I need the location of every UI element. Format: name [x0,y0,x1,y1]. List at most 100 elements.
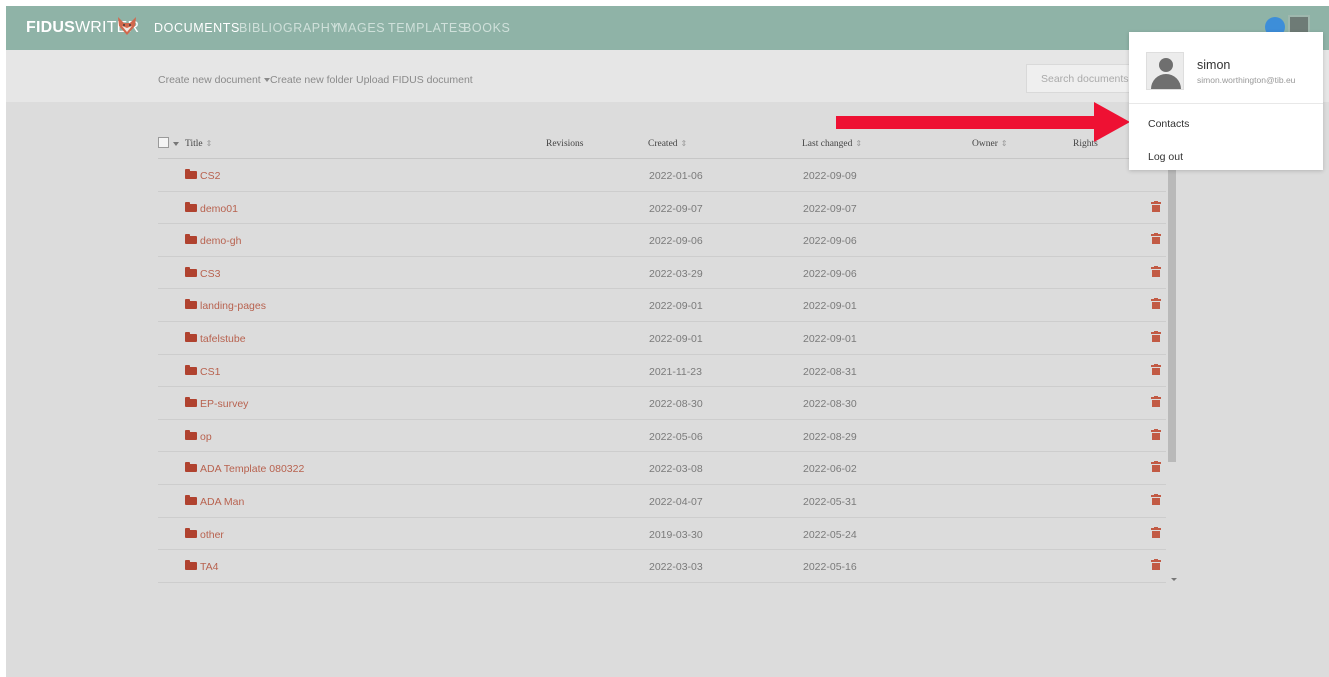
folder-name: other [200,528,224,541]
menu-item-log-out[interactable]: Log out [1148,151,1183,163]
table-row[interactable]: demo-gh 2022-09-06 2022-09-06 [158,224,1166,257]
user-dropdown-menu: simon simon.worthington@tib.eu Contacts … [1129,32,1323,170]
scrollbar-thumb[interactable] [1168,167,1176,462]
logo-text-bold: FIDUS [26,19,75,36]
created-date: 2021-11-23 [649,365,702,378]
created-date: 2022-01-06 [649,170,703,182]
folder-name: TA4 [200,561,219,574]
trash-icon[interactable] [1151,298,1161,310]
nav-books[interactable]: BOOKS [463,21,510,35]
table-row[interactable]: op 2022-05-06 2022-08-29 [158,420,1166,453]
folder-icon [185,527,197,538]
table-row[interactable]: demo01 2022-09-07 2022-09-07 [158,192,1166,225]
folder-link[interactable]: CS3 [185,266,220,280]
trash-icon[interactable] [1151,233,1161,245]
created-date: 2022-09-07 [649,202,703,215]
folder-icon [185,331,197,342]
table-row[interactable]: ADA Man 2022-04-07 2022-05-31 [158,485,1166,518]
table-row[interactable]: tafelstube 2022-09-01 2022-09-01 [158,322,1166,355]
trash-icon[interactable] [1151,428,1161,440]
menu-divider [1129,103,1323,104]
documents-table: Title ⇕ Revisions Created ⇕ Last changed ⇕ … [158,127,1166,583]
chevron-down-icon [263,78,270,83]
folder-icon [185,364,197,375]
trash-icon[interactable] [1151,461,1161,473]
table-body: CS2 2022-01-06 2022-09-09 demo01 2022-09-07 2… [158,159,1166,583]
folder-icon [185,266,197,277]
select-all-checkbox[interactable] [158,137,169,148]
column-title[interactable]: Title ⇕ [185,139,212,149]
create-new-folder-button[interactable]: Create new folder [270,74,353,86]
folder-icon [185,429,197,440]
menu-item-contacts[interactable]: Contacts [1148,118,1189,130]
folder-icon [185,234,197,245]
fox-icon [118,17,136,35]
last-changed-date: 2022-08-29 [803,430,857,443]
table-row[interactable]: CS3 2022-03-29 2022-09-06 [158,257,1166,290]
last-changed-date: 2022-09-01 [803,300,857,313]
folder-name: op [200,430,212,443]
folder-link[interactable]: EP-survey [185,397,248,410]
folder-link[interactable]: tafelstube [185,331,246,345]
folder-icon [185,560,197,571]
folder-link[interactable]: CS2 [185,169,220,182]
folder-name: landing-pages [200,300,266,313]
upload-fidus-document-button[interactable]: Upload FIDUS document [356,74,473,86]
menu-username: simon [1197,58,1231,72]
create-new-document-label: Create new document [158,74,261,86]
sort-icon: ⇕ [205,139,213,148]
nav-documents[interactable]: DOCUMENTS [154,21,240,35]
folder-icon [185,462,197,473]
folder-link[interactable]: ADA Man [185,494,244,508]
folder-icon [185,494,197,505]
column-created[interactable]: Created ⇕ [648,139,687,149]
folder-link[interactable]: op [185,429,212,443]
nav-templates[interactable]: TEMPLATES [388,21,467,35]
table-row[interactable]: CS1 2021-11-23 2022-08-31 [158,355,1166,388]
trash-icon[interactable] [1151,396,1161,408]
trash-icon[interactable] [1151,363,1161,375]
last-changed-date: 2022-08-31 [803,365,857,378]
last-changed-date: 2022-09-01 [803,332,857,345]
last-changed-date: 2022-06-02 [803,463,857,476]
folder-link[interactable]: CS1 [185,364,221,378]
table-row[interactable]: landing-pages 2022-09-01 2022-09-01 [158,289,1166,322]
folder-link[interactable]: TA4 [185,560,219,574]
bulk-actions-dropdown[interactable] [173,142,179,146]
menu-email: simon.worthington@tib.eu [1197,75,1296,85]
trash-icon[interactable] [1151,493,1161,505]
last-changed-date: 2022-05-31 [803,495,857,508]
nav-bibliography[interactable]: BIBLIOGRAPHY [239,21,339,35]
created-date: 2022-09-01 [649,300,703,313]
table-row[interactable]: CS2 2022-01-06 2022-09-09 [158,159,1166,192]
nav-images[interactable]: IMAGES [333,21,385,35]
last-changed-date: 2022-05-24 [803,528,857,541]
table-row[interactable]: other 2019-03-30 2022-05-24 [158,518,1166,551]
trash-icon[interactable] [1151,559,1161,571]
created-date: 2022-03-29 [649,267,703,280]
folder-link[interactable]: ADA Template 080322 [185,462,304,475]
folder-icon [185,201,197,212]
scroll-down-arrow-icon[interactable] [1171,578,1177,581]
trash-icon[interactable] [1151,265,1161,277]
folder-link[interactable]: landing-pages [185,299,266,313]
last-changed-date: 2022-05-16 [803,561,857,574]
folder-link[interactable]: other [185,527,224,541]
create-new-document-button[interactable]: Create new document [158,74,270,86]
sort-icon: ⇕ [680,139,688,148]
trash-icon[interactable] [1151,330,1161,342]
annotation-arrow-icon [836,102,1130,142]
folder-link[interactable]: demo01 [185,201,238,215]
folder-icon [185,169,197,179]
avatar [1146,52,1184,90]
trash-icon[interactable] [1151,200,1161,212]
table-row[interactable]: EP-survey 2022-08-30 2022-08-30 [158,387,1166,420]
table-row[interactable]: TA4 2022-03-03 2022-05-16 [158,550,1166,583]
table-row[interactable]: ADA Template 080322 2022-03-08 2022-06-02 [158,452,1166,485]
folder-name: CS1 [200,365,221,378]
trash-icon[interactable] [1151,526,1161,538]
folder-name: tafelstube [200,332,246,345]
folder-link[interactable]: demo-gh [185,234,241,247]
last-changed-date: 2022-09-09 [803,170,857,182]
created-date: 2022-03-03 [649,561,703,574]
